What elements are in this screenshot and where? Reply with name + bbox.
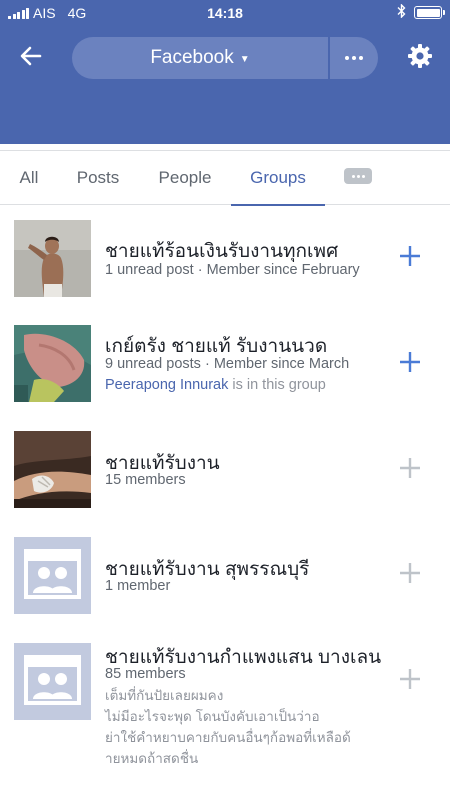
group-cover-photo [14,220,91,297]
tab-groups-label: Groups [250,168,306,187]
status-bar: AIS 4G 14:18 [0,0,450,26]
join-group-button[interactable] [396,244,424,272]
group-row[interactable]: เกย์ตรัง ชายแท้ รับงานนวด 9 unread posts… [0,318,450,418]
group-meta: 85 members [105,666,186,682]
plus-icon [399,668,421,695]
group-description-line: ายหมดถ้าสดชื่น [105,751,199,766]
battery-icon [414,6,445,19]
search-scope-label: Facebook [150,47,234,68]
group-description-line: ย่าใช้คำหยาบคายกับคนอื่นๆก้อพอที่เหลือด้ [105,730,351,745]
join-group-button[interactable] [396,561,424,589]
join-group-button[interactable] [396,456,424,484]
more-button[interactable] [330,37,378,79]
mutual-member-line: Peerapong Innurak is in this group [105,377,326,393]
caret-down-icon: ▼ [239,53,250,65]
mutual-member-suffix: is in this group [228,377,326,393]
join-group-button[interactable] [396,667,424,695]
group-description-line: เต็มที่กันปัยเลยผมคง [105,688,224,703]
mutual-member-name[interactable]: Peerapong Innurak [105,377,228,393]
plus-icon [399,351,421,378]
tabs-more-button[interactable] [344,168,372,184]
group-cover-photo [14,431,91,508]
search-tabs: All Posts People Groups [0,150,450,206]
bluetooth-icon [397,3,406,21]
tab-all-label: All [19,168,39,187]
tab-posts[interactable]: Posts [70,151,126,205]
tab-all[interactable]: All [4,151,54,205]
app-header: AIS 4G 14:18 Facebook ▼ [0,0,450,144]
group-row[interactable]: ชายแท้รับงาน สุพรรณบุรี 1 member [0,530,450,630]
search-pill: Facebook ▼ [72,37,378,79]
search-scope-selector[interactable]: Facebook ▼ [72,37,328,79]
tab-people-label: People [158,168,212,187]
group-meta: 1 unread post · Member since February [105,262,360,278]
plus-icon [399,245,421,272]
group-row[interactable]: ชายแท้รับงาน 15 members [0,424,450,524]
arrow-left-icon [20,46,42,71]
group-row[interactable]: ชายแท้รับงานกำแพงแสน บางเลน 85 members เ… [0,636,450,800]
plus-icon [399,562,421,589]
group-meta: 1 member [105,578,171,594]
tab-people[interactable]: People [150,151,220,205]
more-dots-icon [345,56,363,60]
tab-groups[interactable]: Groups [231,151,325,206]
active-tab-indicator [231,204,325,206]
group-placeholder-icon [14,537,91,614]
group-cover-photo [14,325,91,402]
join-group-button[interactable] [396,350,424,378]
group-meta: 9 unread posts · Member since March [105,356,350,372]
group-row[interactable]: ชายแท้ร้อนเงินรับงานทุกเพศ 1 unread post… [0,212,450,312]
gear-icon [407,43,433,74]
group-description-line: ไม่มีอะไรจะพุด โดนบังคับเอาเป็นว่าอ [105,709,320,724]
settings-button[interactable] [402,40,438,76]
status-icons [397,3,445,21]
status-time: 14:18 [207,5,243,21]
plus-icon [399,457,421,484]
group-placeholder-icon [14,643,91,720]
back-button[interactable] [14,42,48,74]
group-meta: 15 members [105,472,186,488]
tab-posts-label: Posts [76,168,120,187]
